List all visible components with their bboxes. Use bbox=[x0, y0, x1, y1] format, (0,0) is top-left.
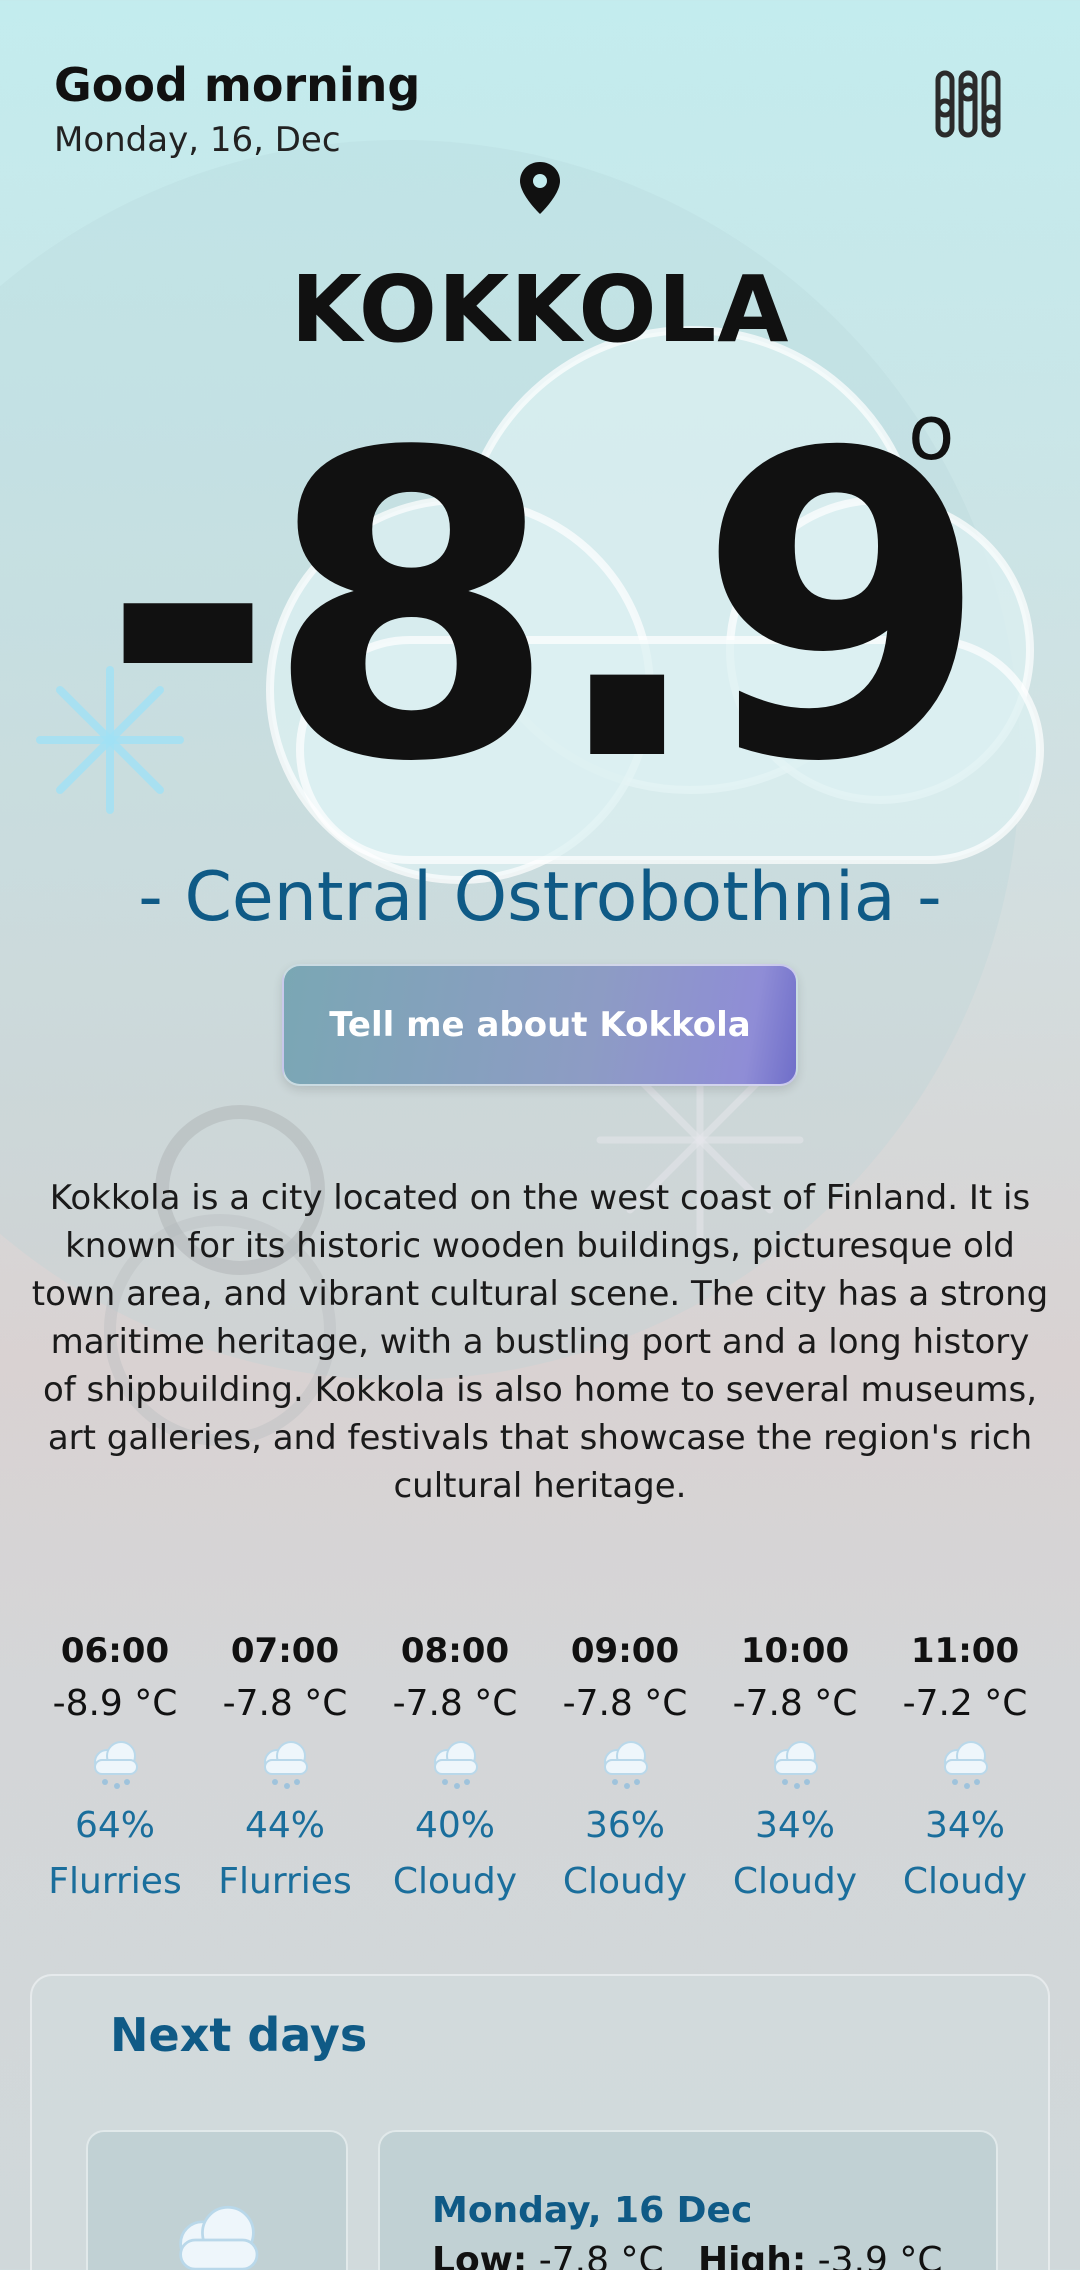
cloud-snow-icon bbox=[370, 1732, 540, 1798]
hour-temperature: -8.9 °C bbox=[52, 1683, 178, 1724]
cloud-snow-icon bbox=[200, 1732, 370, 1798]
high-value: -3.9 °C bbox=[817, 2240, 943, 2270]
hour-precipitation: 40% bbox=[414, 1805, 495, 1846]
hourly-item: 08:00 -7.8 °C 40% Cloudy bbox=[370, 1626, 540, 1910]
hour-precipitation: 64% bbox=[74, 1805, 155, 1846]
hourly-item: 06:00 -8.9 °C 64% Flurries bbox=[30, 1626, 200, 1910]
city-description: Kokkola is a city located on the west co… bbox=[31, 1178, 1049, 1506]
hour-temperature: -7.8 °C bbox=[222, 1683, 348, 1724]
greeting-text: Good morning bbox=[54, 58, 421, 112]
hourly-item: 09:00 -7.8 °C 36% Cloudy bbox=[540, 1626, 710, 1910]
settings-button[interactable] bbox=[920, 56, 1016, 152]
region-name: - Central Ostrobothnia - bbox=[138, 858, 942, 937]
low-label: Low: bbox=[432, 2240, 528, 2270]
degree-symbol: o bbox=[908, 388, 955, 477]
low-value: -7.8 °C bbox=[538, 2240, 664, 2270]
hour-time: 07:00 bbox=[230, 1631, 340, 1671]
hourly-item: 07:00 -7.8 °C 44% Flurries bbox=[200, 1626, 370, 1910]
hour-temperature: -7.2 °C bbox=[902, 1683, 1028, 1724]
hourly-item: 11:00 -7.2 °C 34% Cloudy bbox=[880, 1626, 1050, 1910]
next-days-title: Next days bbox=[110, 2008, 368, 2062]
hour-time: 09:00 bbox=[570, 1631, 680, 1671]
current-date: Monday, 16, Dec bbox=[54, 120, 341, 160]
cloud-snow-icon bbox=[710, 1732, 880, 1798]
cloud-snow-icon bbox=[179, 2205, 259, 2270]
hour-condition: Flurries bbox=[48, 1861, 182, 1902]
hourly-forecast: 06:00 -8.9 °C 64% Flurries 07:00 -7.8 °C… bbox=[30, 1626, 1050, 1910]
hour-condition: Cloudy bbox=[392, 1861, 518, 1902]
hour-condition: Cloudy bbox=[902, 1861, 1028, 1902]
day-temperature-range: Low: -7.8 °C High: -3.9 °C bbox=[432, 2240, 943, 2270]
hour-precipitation: 34% bbox=[754, 1805, 835, 1846]
hour-condition: Cloudy bbox=[562, 1861, 688, 1902]
hour-temperature: -7.8 °C bbox=[392, 1683, 518, 1724]
day-date: Monday, 16 Dec bbox=[432, 2190, 753, 2231]
sliders-icon bbox=[935, 70, 1001, 138]
current-temperature: -8.9 bbox=[100, 365, 989, 854]
hour-time: 06:00 bbox=[60, 1631, 170, 1671]
cloud-snow-icon bbox=[30, 1732, 200, 1798]
hour-condition: Flurries bbox=[218, 1861, 352, 1902]
location-pin-icon bbox=[516, 160, 564, 216]
hour-temperature: -7.8 °C bbox=[562, 1683, 688, 1724]
hour-temperature: -7.8 °C bbox=[732, 1683, 858, 1724]
hour-condition: Cloudy bbox=[732, 1861, 858, 1902]
hour-precipitation: 34% bbox=[924, 1805, 1005, 1846]
cloud-snow-icon bbox=[540, 1732, 710, 1798]
hourly-item: 10:00 -7.8 °C 34% Cloudy bbox=[710, 1626, 880, 1910]
hour-time: 11:00 bbox=[910, 1631, 1020, 1671]
city-name: KOKKOLA bbox=[290, 256, 790, 363]
high-label: High: bbox=[697, 2240, 807, 2270]
hour-precipitation: 36% bbox=[584, 1805, 665, 1846]
hour-time: 08:00 bbox=[400, 1631, 510, 1671]
hour-precipitation: 44% bbox=[244, 1805, 325, 1846]
tell-me-about-button[interactable]: Tell me about Kokkola bbox=[282, 964, 798, 1086]
hour-time: 10:00 bbox=[740, 1631, 850, 1671]
cloud-snow-icon bbox=[880, 1732, 1050, 1798]
day-icon-card[interactable] bbox=[86, 2130, 348, 2270]
